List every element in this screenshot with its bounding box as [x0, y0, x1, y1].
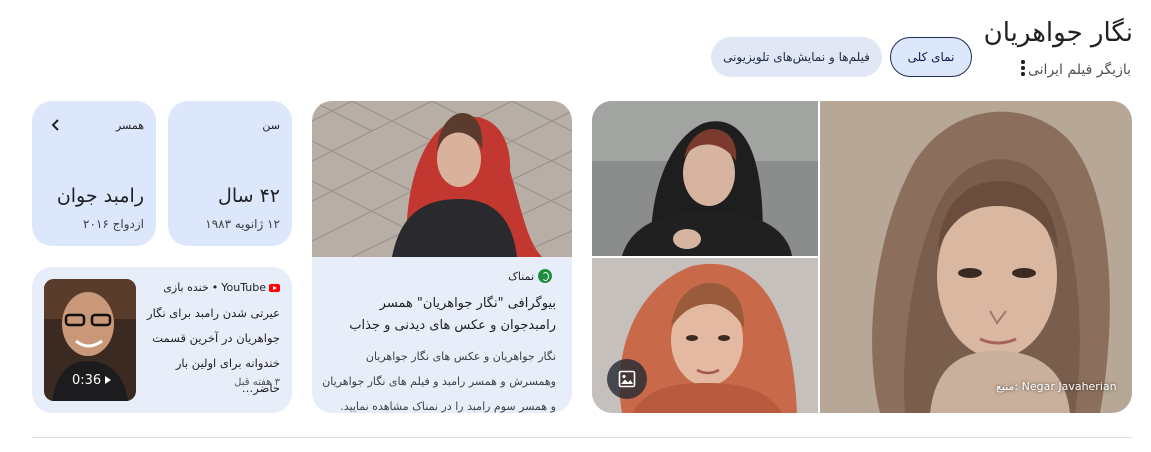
article-title[interactable]: بیوگرافی "نگار جواهریان" همسر رامبدجوان … — [324, 293, 556, 337]
chevron-left-icon[interactable] — [49, 118, 63, 132]
chip-films-tv-shows[interactable]: فیلم‌ها و نمایش‌های تلویزیونی — [711, 37, 882, 77]
source-separator: • — [211, 281, 219, 294]
marriage-year: ازدواج ۲۰۱۶ — [83, 217, 144, 231]
main-portrait-image[interactable] — [820, 101, 1132, 413]
article-image — [312, 101, 572, 257]
spouse-name: رامبد جوان — [56, 185, 144, 207]
duration-text: 0:36 — [72, 372, 102, 388]
image-source-caption: منبع: Negar Javaherian — [996, 380, 1117, 393]
article-snippet: نگار جواهریان و عکس های نگار جواهریان وه… — [322, 350, 556, 413]
video-channel: خنده بازی — [163, 281, 209, 294]
article-source-name: نمناک — [508, 269, 534, 283]
image-icon[interactable] — [607, 359, 647, 399]
age-value: ۴۲ سال — [218, 185, 280, 207]
video-card[interactable]: 0:36 YouTube • خنده بازی عیرتی شدن رامبد… — [32, 267, 292, 413]
age-card[interactable]: سن ۴۲ سال ۱۲ ژانویه ۱۹۸۳ — [168, 101, 292, 246]
video-age: ۳ هفته قبل — [234, 377, 280, 388]
age-label: سن — [262, 119, 280, 132]
play-icon — [105, 376, 112, 384]
birth-date: ۱۲ ژانویه ۱۹۸۳ — [205, 217, 280, 231]
spouse-card[interactable]: همسر رامبد جوان ازدواج ۲۰۱۶ — [32, 101, 156, 246]
site-logo-icon — [538, 269, 552, 283]
video-source: YouTube • خنده بازی — [163, 281, 280, 294]
entity-subtitle: بازیگر فیلم ایرانی — [1027, 62, 1131, 78]
article-source: نمناک — [508, 269, 552, 283]
portrait-image-2[interactable] — [592, 101, 818, 256]
chip-overview[interactable]: نمای کلی — [890, 37, 972, 77]
video-platform: YouTube — [221, 281, 266, 294]
more-vert-icon[interactable] — [1016, 58, 1030, 78]
entity-title: نگار جواهریان — [983, 18, 1133, 48]
article-card[interactable]: نمناک بیوگرافی "نگار جواهریان" همسر رامب… — [312, 101, 572, 413]
divider — [32, 437, 1132, 438]
video-duration: 0:36 — [67, 370, 117, 390]
youtube-icon — [269, 283, 280, 292]
spouse-label: همسر — [115, 119, 144, 132]
